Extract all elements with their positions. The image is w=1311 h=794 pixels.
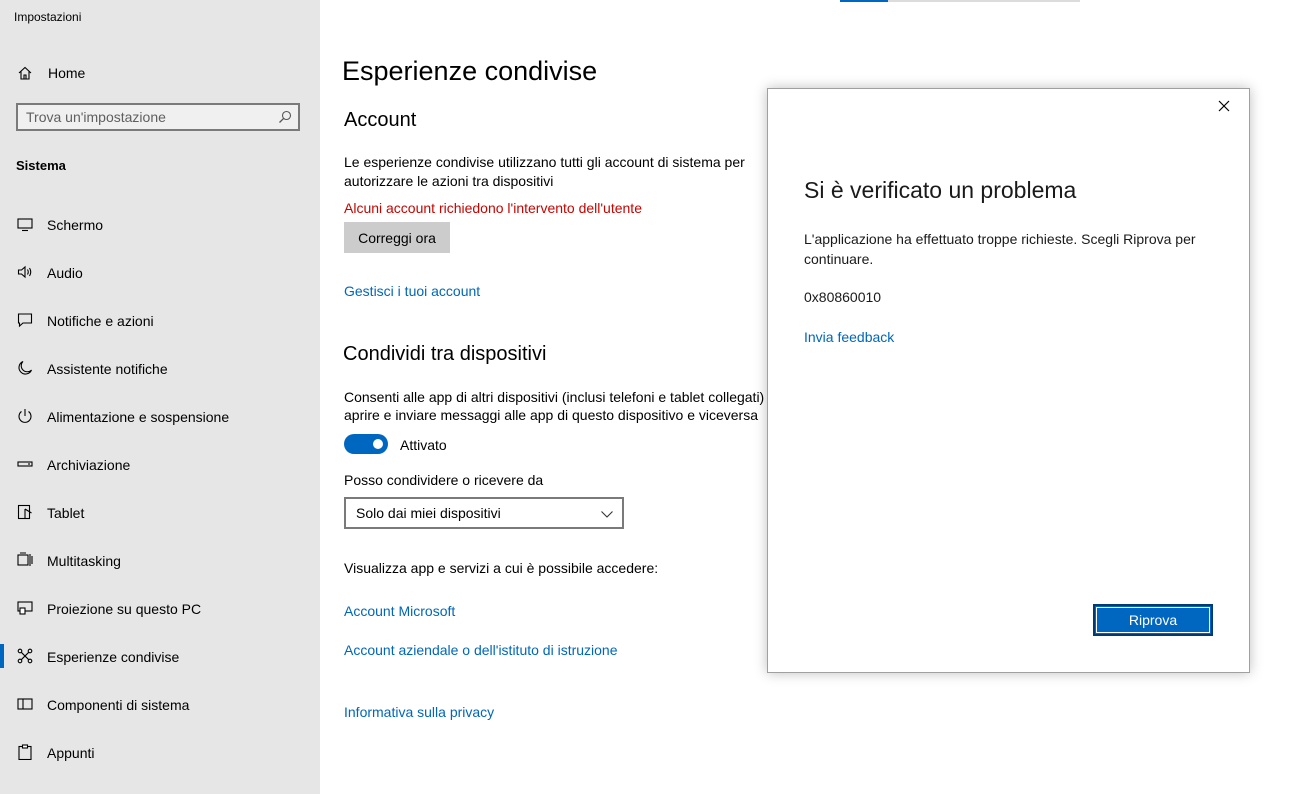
sidebar-item-proiezione[interactable]: Proiezione su questo PC <box>0 584 320 632</box>
feedback-link[interactable]: Invia feedback <box>804 329 894 345</box>
chevron-down-icon <box>600 507 614 521</box>
sidebar-item-label: Audio <box>47 265 83 281</box>
share-select-value: Solo dai miei dispositivi <box>356 505 501 521</box>
account-description-line2: autorizzare le azioni tra dispositivi <box>344 173 554 189</box>
sidebar-item-esperienze-condivise[interactable]: Esperienze condivise <box>0 632 320 680</box>
account-heading: Account <box>344 109 417 131</box>
share-select[interactable]: Solo dai miei dispositivi <box>344 497 624 529</box>
loading-bar <box>840 0 1080 2</box>
tablet-icon <box>17 504 33 520</box>
microsoft-account-link[interactable]: Account Microsoft <box>344 602 455 621</box>
sidebar-item-schermo[interactable]: Schermo <box>0 200 320 248</box>
share-heading: Condividi tra dispositivi <box>343 343 547 365</box>
dialog-message: L'applicazione ha effettuato troppe rich… <box>804 231 1196 267</box>
sidebar-item-label: Home <box>48 65 86 81</box>
page-title: Esperienze condivise <box>342 56 598 86</box>
share-description-line1: Consenti alle app di altri dispositivi (… <box>344 389 780 405</box>
sidebar: Impostazioni Home Sistema Schermo Audio … <box>0 0 320 794</box>
speaker-icon <box>17 264 33 280</box>
share-description-line2: aprire e inviare messaggi alle app di qu… <box>344 407 758 423</box>
privacy-link[interactable]: Informativa sulla privacy <box>344 703 494 722</box>
sidebar-item-label: Tablet <box>47 505 85 521</box>
monitor-icon <box>17 216 33 232</box>
sidebar-item-label: Archiviazione <box>47 457 131 473</box>
sidebar-item-appunti[interactable]: Appunti <box>0 728 320 776</box>
power-icon <box>17 408 33 424</box>
toggle-knob <box>373 439 383 449</box>
error-dialog: Si è verificato un problema L'applicazio… <box>767 88 1250 673</box>
error-code: 0x80860010 <box>804 289 882 305</box>
search-icon[interactable] <box>278 110 292 124</box>
sidebar-item-alimentazione[interactable]: Alimentazione e sospensione <box>0 392 320 440</box>
moon-icon <box>17 360 33 376</box>
sidebar-item-label: Assistente notifiche <box>47 361 168 377</box>
dialog-title: Si è verificato un problema <box>804 177 1077 203</box>
shared-icon <box>17 648 33 664</box>
sidebar-item-label: Multitasking <box>47 553 121 569</box>
work-account-link[interactable]: Account aziendale o dell'istituto di ist… <box>344 641 618 660</box>
storage-icon <box>17 456 33 472</box>
fix-now-button[interactable]: Correggi ora <box>344 222 450 253</box>
sidebar-item-label: Componenti di sistema <box>47 697 190 713</box>
sidebar-item-notifiche[interactable]: Notifiche e azioni <box>0 296 320 344</box>
account-warning: Alcuni account richiedono l'intervento d… <box>344 200 642 216</box>
sidebar-item-componenti[interactable]: Componenti di sistema <box>0 680 320 728</box>
sidebar-item-label: Esperienze condivise <box>47 649 180 665</box>
loading-bar-fill <box>840 0 888 2</box>
close-icon[interactable] <box>1217 99 1231 113</box>
account-description-line1: Le esperienze condivise utilizzano tutti… <box>344 154 745 170</box>
apps-label: Visualizza app e servizi a cui è possibi… <box>344 560 659 576</box>
sidebar-item-label: Alimentazione e sospensione <box>47 409 230 425</box>
sidebar-item-archiviazione[interactable]: Archiviazione <box>0 440 320 488</box>
home-icon <box>17 65 33 81</box>
components-icon <box>17 696 33 712</box>
sidebar-item-label: Appunti <box>47 745 95 761</box>
retry-button[interactable]: Riprova <box>1093 604 1213 636</box>
projection-icon <box>17 600 33 616</box>
share-toggle[interactable] <box>344 434 388 454</box>
notification-icon <box>17 312 33 328</box>
sidebar-item-label: Notifiche e azioni <box>47 313 154 329</box>
sidebar-item-label: Proiezione su questo PC <box>47 601 202 617</box>
search-input[interactable] <box>26 108 266 126</box>
sidebar-item-multitasking[interactable]: Multitasking <box>0 536 320 584</box>
sidebar-item-assistente-notifiche[interactable]: Assistente notifiche <box>0 344 320 392</box>
sidebar-item-label: Schermo <box>47 217 104 233</box>
share-select-label: Posso condividere o ricevere da <box>344 472 544 488</box>
multitasking-icon <box>17 552 33 568</box>
manage-accounts-link[interactable]: Gestisci i tuoi account <box>344 282 480 301</box>
section-label: Sistema <box>16 158 66 173</box>
sidebar-nav: Schermo Audio Notifiche e azioni Assiste… <box>0 200 320 776</box>
sidebar-item-home[interactable]: Home <box>0 56 320 90</box>
search-box[interactable] <box>16 103 300 131</box>
toggle-state-label: Attivato <box>400 437 447 453</box>
clipboard-icon <box>17 744 33 760</box>
app-title: Impostazioni <box>14 10 82 24</box>
sidebar-item-tablet[interactable]: Tablet <box>0 488 320 536</box>
sidebar-item-audio[interactable]: Audio <box>0 248 320 296</box>
